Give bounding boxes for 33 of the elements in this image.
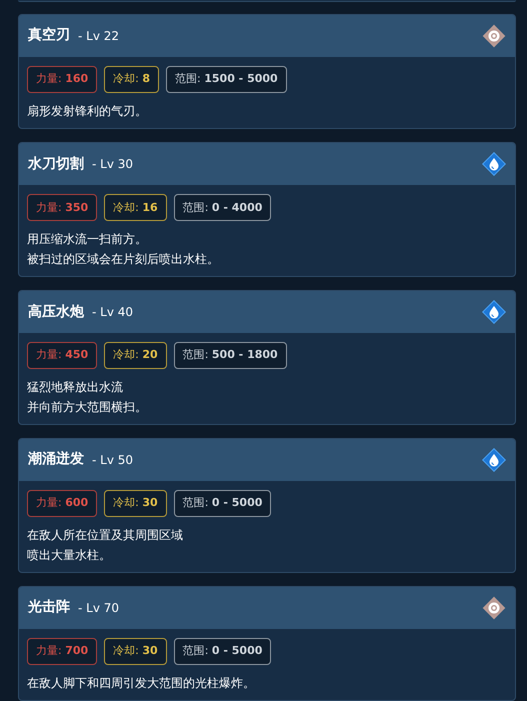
skill-description: 在敌人脚下和四周引发大范围的光柱爆炸。 [27,674,256,692]
stat-tag: 力量: 350 [27,194,98,222]
skill-description: 被扫过的区域会在片刻后喷出水柱。 [27,251,220,268]
skill-description: 并向前方大范围横扫。 [27,399,148,416]
stat-tag: 力量: 600 [27,490,98,517]
skill-description: 猛烈地释放出水流 [27,379,124,396]
skill-description: 在敌人所在位置及其周围区域 [27,526,184,544]
stat-tag: 冷却: 8 [104,66,160,93]
skill-description: 扇形发射锋利的气刃。 [27,102,148,120]
skill-description: 用压缩水流一扫前方。 [27,231,148,248]
skill-name: 光击阵 [28,598,70,618]
skill-description: 喷出大量水柱。 [27,546,112,564]
skill-name: 潮涌迸发 [28,450,84,470]
stat-tag: 力量: 450 [27,342,98,370]
stat-tag: 范围: 1500 - 5000 [166,66,287,93]
skill-name: 水刀切割 [28,154,84,174]
stat-tag: 冷却: 30 [104,638,167,665]
stat-tag: 范围: 500 - 1800 [174,342,287,370]
stat-tag: 力量: 160 [27,66,98,93]
stat-tag: 力量: 700 [27,638,98,665]
skill-level: - Lv 50 [92,452,134,469]
stat-tag: 冷却: 30 [104,490,167,517]
stat-tag: 冷却: 16 [104,194,167,222]
skill-name: 高压水炮 [28,302,84,322]
skill-level: - Lv 70 [78,600,120,617]
skill-level: - Lv 22 [78,28,120,45]
stat-tag: 范围: 0 - 5000 [174,638,272,665]
stat-tag: 范围: 0 - 4000 [174,194,272,222]
skill-level: - Lv 30 [92,156,134,174]
stat-tag: 冷却: 20 [104,342,167,370]
skill-name: 真空刃 [28,26,70,46]
skill-level: - Lv 40 [92,304,134,322]
stat-tag: 范围: 0 - 5000 [174,490,272,517]
